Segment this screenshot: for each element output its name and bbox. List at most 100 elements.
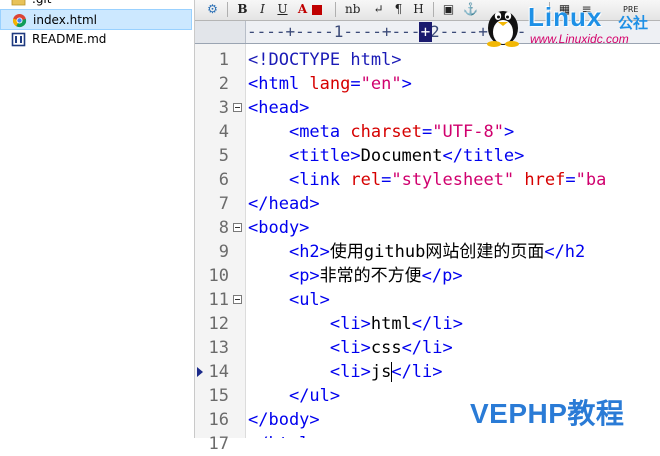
chrome-icon (12, 13, 27, 28)
file-tree-item[interactable]: index.html (0, 9, 192, 30)
code-token: <p> (288, 266, 320, 286)
code-token: = (381, 170, 392, 190)
code-token: </ul> (288, 386, 341, 406)
line-number: 9 (218, 242, 229, 262)
heading-button[interactable]: H (411, 1, 426, 18)
code-text-area[interactable]: <!DOCTYPE html> <html lang="en"> <head> <m… (248, 44, 660, 438)
code-token: <h2> (288, 242, 330, 262)
line-number: 4 (218, 122, 229, 142)
color-swatch-icon[interactable] (312, 5, 322, 15)
code-token: <title> (288, 146, 361, 166)
code-token: js (370, 362, 392, 382)
file-tree-item[interactable]: README.md (0, 29, 192, 50)
code-token: charset (350, 122, 423, 142)
line-number: 5 (218, 146, 229, 166)
code-token: <li> (329, 338, 371, 358)
code-line: <li>css</li> (248, 336, 453, 360)
code-token: </li> (411, 314, 463, 334)
line-number: 7 (218, 194, 229, 214)
line-number: 6 (218, 170, 229, 190)
code-token: > (503, 122, 515, 142)
paragraph-button[interactable]: ¶ (391, 1, 406, 18)
toolbar-separator (433, 2, 434, 17)
line-break-button[interactable]: ↵ (371, 1, 386, 18)
line-number: 8 (218, 218, 229, 238)
line-number: 12 (208, 314, 229, 334)
code-line: <title>Document</title> (248, 144, 524, 168)
anchor-button[interactable]: ⚓ (463, 1, 478, 18)
code-token: <body> (248, 218, 310, 238)
code-line: <head> (248, 96, 309, 120)
tux-penguin-icon (487, 11, 519, 47)
code-token: "UTF-8" (432, 122, 504, 142)
line-number: 3 (218, 98, 229, 118)
file-tree-item-label: README.md (32, 32, 107, 46)
line-number: 17 (208, 434, 229, 454)
code-token: <meta (288, 122, 351, 142)
code-token: </body> (248, 410, 320, 430)
toolbar-separator (227, 2, 228, 17)
code-token: </h2 (544, 242, 586, 262)
code-token: </li> (401, 338, 453, 358)
nbsp-button[interactable]: nb (345, 1, 360, 18)
code-line: <meta charset="UTF-8"> (248, 120, 514, 144)
file-tree: .gitindex.htmlREADME.md (0, 0, 195, 438)
code-token: css (370, 338, 402, 358)
bold-button[interactable]: B (235, 1, 250, 18)
code-line: <li>js</li> (248, 360, 443, 384)
code-line: <h2>使用github网站创建的页面</h2 (248, 240, 585, 264)
code-token: </head> (248, 194, 320, 214)
fold-toggle-icon[interactable] (233, 103, 242, 112)
code-line: <body> (248, 216, 309, 240)
file-tree-item-label: index.html (33, 13, 97, 27)
code-line: <link rel="stylesheet" href="ba (248, 168, 606, 192)
line-number: 11 (208, 290, 229, 310)
code-editor: ⚙ B I U Anb ↵ ¶ H ▣ ⚓ ▦ ≡ PRE ----+----1----+----2--… (195, 0, 660, 454)
code-token: = (350, 74, 361, 94)
code-line: </head> (248, 192, 320, 216)
line-number: 10 (208, 266, 229, 286)
ruler-gutter (195, 21, 246, 43)
code-token: <!DOCTYPE html> (248, 50, 402, 70)
fold-toggle-icon[interactable] (233, 223, 242, 232)
code-token: </li> (391, 362, 443, 382)
code-token: > (401, 74, 412, 94)
code-token: "en" (360, 74, 402, 94)
underline-button[interactable]: U (275, 1, 290, 18)
code-token: rel (350, 170, 382, 190)
code-token: 使用github网站创建的页面 (329, 242, 545, 262)
code-token: </p> (421, 266, 463, 286)
code-token: <li> (329, 314, 371, 334)
code-token: </html> (248, 434, 320, 438)
code-line: </html> (248, 432, 320, 438)
code-token: <ul> (288, 290, 330, 310)
markdown-file-icon (11, 32, 26, 47)
code-token: </title> (442, 146, 525, 166)
code-token: = (565, 170, 576, 190)
toolbar-separator (335, 2, 336, 17)
line-number-gutter[interactable]: 1 2 3 4 5 6 7 8 9 10 11 12 13 14 15 16 17 (195, 44, 246, 454)
code-token: href (524, 170, 566, 190)
code-line: <!DOCTYPE html> (248, 48, 402, 72)
globe-icon[interactable]: ⚙ (205, 1, 220, 18)
code-token: <link (288, 170, 351, 190)
italic-button[interactable]: I (255, 1, 270, 18)
linux-watermark: Linux 公社 www.Linuxidc.com (478, 0, 660, 48)
code-token: "stylesheet" (391, 170, 515, 190)
code-line: <html lang="en"> (248, 72, 412, 96)
code-token: "ba (575, 170, 607, 190)
vephp-watermark: VEPHP教程 (470, 398, 625, 429)
font-color-button[interactable]: A (295, 1, 310, 18)
image-button[interactable]: ▣ (441, 1, 456, 18)
fold-toggle-icon[interactable] (233, 295, 242, 304)
code-token: 非常的不方便 (319, 266, 422, 286)
line-number: 1 (218, 50, 229, 70)
